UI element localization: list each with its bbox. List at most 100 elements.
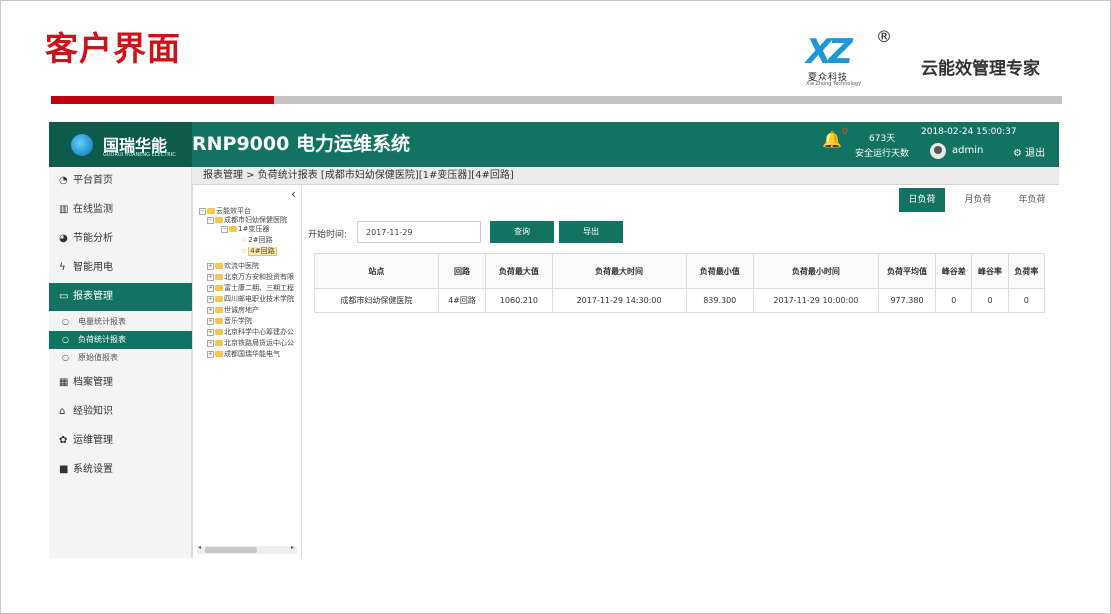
sidebar-item-knowledge[interactable]: ⌂ 经验知识 [49, 398, 192, 426]
sidebar-item-label: 经验知识 [73, 406, 113, 417]
site-tree: ‹ − 云能效平台 − 成都市妇幼保健医院 −1#变压器 ☆2#回路 ☆ 4#回路 +… [192, 185, 302, 558]
user-name[interactable]: admin [952, 145, 983, 156]
export-button[interactable]: 导出 [559, 221, 623, 243]
col-header: 负荷最大时间 [551, 253, 687, 289]
sidebar-item-label: 档案管理 [73, 377, 113, 388]
safe-days-value: 673天 [869, 134, 896, 144]
table-header-row: 站点 回路 负荷最大值 负荷最大时间 负荷最小值 负荷最小时间 负荷平均值 峰谷… [314, 253, 1046, 289]
subitem-label: 电量统计报表 [78, 317, 126, 326]
sidebar-item-label: 平台首页 [73, 175, 113, 186]
registered-mark: ® [876, 27, 892, 46]
pie-chart-icon: ◕ [59, 233, 68, 244]
star-icon: ☆ [241, 247, 248, 255]
tree-node[interactable]: + 富士康二期、三期工程 [207, 284, 294, 293]
sidebar-item-label: 智能用电 [73, 262, 113, 273]
cell-max-time: 2017-11-29 14:30:00 [551, 288, 687, 313]
tree-node[interactable]: + 欢流中医院 [207, 262, 259, 271]
user-avatar-icon[interactable] [930, 143, 946, 159]
tree-node-selected[interactable]: ☆ 4#回路 [241, 247, 277, 256]
query-button[interactable]: 查询 [490, 221, 554, 243]
sidebar-item-label: 运维管理 [73, 435, 113, 446]
folder-icon: ■ [59, 464, 69, 475]
scroll-left-icon[interactable]: ◂ [198, 544, 201, 551]
tree-node[interactable]: + 北京铁路局货运中心公 [207, 339, 294, 348]
sidebar-item-archives[interactable]: ▦ 档案管理 [49, 369, 192, 397]
col-header: 负荷最大值 [485, 253, 553, 289]
cell-min-load: 839.300 [685, 288, 754, 313]
cell-site: 成都市妇幼保健医院 [314, 288, 439, 313]
sidebar-item-label: 报表管理 [73, 291, 113, 302]
tree-node[interactable]: + 世诚房地产 [207, 306, 259, 315]
current-datetime: 2018-02-24 15:00:37 [921, 127, 1017, 137]
app-window: 国瑞华能 GUORUI HUANENG ELECTRIC RNP9000 电力运… [49, 122, 1059, 558]
subitem-label: 负荷统计报表 [78, 335, 126, 344]
table-icon: ▦ [59, 377, 69, 388]
subitem-label: 原始值报表 [78, 353, 118, 362]
alert-count-badge: 0 [842, 127, 848, 137]
tree-horizontal-scrollbar[interactable]: ◂ ▸ [197, 544, 297, 554]
sidebar-item-energy-analysis[interactable]: ◕ 节能分析 [49, 225, 192, 253]
tree-node[interactable]: − 成都市妇幼保健医院 [207, 216, 287, 225]
tree-node[interactable]: + 四川邮电职业技术学院 [207, 295, 294, 304]
logout-button[interactable]: ⚙ 退出 [1013, 144, 1045, 159]
bell-icon[interactable]: 🔔 [822, 130, 842, 149]
sidebar-item-reports[interactable]: ▭ 报表管理 [49, 283, 192, 311]
sidebar-item-monitoring[interactable]: ▥ 在线监测 [49, 196, 192, 224]
sidebar-item-label: 系统设置 [73, 464, 113, 475]
dashboard-icon: ◔ [59, 175, 68, 186]
logo-globe-icon [71, 134, 93, 156]
col-header: 负荷最小值 [685, 253, 754, 289]
scroll-right-icon[interactable]: ▸ [291, 544, 294, 551]
app-logo[interactable]: 国瑞华能 GUORUI HUANENG ELECTRIC [49, 122, 192, 167]
monitor-icon: ▭ [59, 291, 69, 302]
col-header: 站点 [314, 253, 439, 289]
collapse-left-icon[interactable]: ‹ [291, 187, 296, 201]
scrollbar-thumb[interactable] [205, 547, 257, 553]
tree-node[interactable]: + 音乐学院 [207, 317, 252, 326]
tree-node[interactable]: −1#变压器 [221, 225, 269, 234]
brand-name-en: Xia Zhong Technology [806, 81, 862, 87]
logo-subtext: GUORUI HUANENG ELECTRIC [103, 152, 176, 158]
slogan: 云能效管理专家 [921, 59, 1040, 79]
cell-circuit: 4#回路 [437, 288, 487, 313]
sidebar-item-smart-power[interactable]: ϟ 智能用电 [49, 254, 192, 282]
tab-yearly-load[interactable]: 年负荷 [1007, 188, 1057, 212]
tree-node[interactable]: + 成都国瑞华能电气 [207, 350, 280, 359]
sidebar-item-label: 节能分析 [73, 233, 113, 244]
cell-avg-load: 977.380 [877, 288, 937, 313]
system-title: RNP9000 电力运维系统 [192, 133, 410, 155]
subitem-load-report[interactable]: ○ 负荷统计报表 [49, 331, 192, 349]
bolt-icon: ϟ [59, 262, 66, 273]
load-report-table: 站点 回路 负荷最大值 负荷最大时间 负荷最小值 负荷最小时间 负荷平均值 峰谷… [314, 253, 1046, 313]
cell-load-rate: 0 [1007, 288, 1046, 313]
col-header: 负荷最小时间 [752, 253, 879, 289]
sidebar-item-label: 在线监测 [73, 204, 113, 215]
logout-label: 退出 [1025, 148, 1046, 159]
tree-node[interactable]: − 云能效平台 [199, 207, 251, 216]
circle-icon: ○ [62, 353, 69, 362]
tree-node[interactable]: + 北京科学中心筹建办公 [207, 328, 294, 337]
divider-red [51, 96, 274, 104]
sidebar: ◔ 平台首页 ▥ 在线监测 ◕ 节能分析 ϟ 智能用电 ▭ 报表管理 ○ 电量统计报表 ○ 负… [49, 167, 192, 558]
start-date-input[interactable] [357, 221, 481, 243]
col-header: 峰谷差 [935, 253, 973, 289]
bar-chart-icon: ▥ [59, 204, 69, 215]
safe-days-label: 安全运行天数 [855, 149, 910, 159]
star-icon: ☆ [241, 236, 248, 244]
sidebar-item-home[interactable]: ◔ 平台首页 [49, 167, 192, 195]
tab-daily-load[interactable]: 日负荷 [899, 188, 945, 212]
breadcrumb: 报表管理 > 负荷统计报表 [成都市妇幼保健医院][1#变压器][4#回路] [192, 167, 1059, 185]
tree-node[interactable]: ☆2#回路 [241, 236, 273, 245]
top-bar: 国瑞华能 GUORUI HUANENG ELECTRIC RNP9000 电力运… [49, 122, 1059, 167]
table-row[interactable]: 成都市妇幼保健医院 4#回路 1060.210 2017-11-29 14:30… [314, 288, 1046, 313]
tab-monthly-load[interactable]: 月负荷 [953, 188, 1003, 212]
subitem-raw-report[interactable]: ○ 原始值报表 [49, 349, 192, 367]
subitem-energy-report[interactable]: ○ 电量统计报表 [49, 313, 192, 331]
sidebar-item-settings[interactable]: ■ 系统设置 [49, 456, 192, 484]
brand-mark-icon: XZ [806, 32, 853, 72]
col-header: 峰谷率 [971, 253, 1009, 289]
tree-node[interactable]: + 北京万方安和投资有限 [207, 273, 294, 282]
gear-icon: ✿ [59, 435, 68, 446]
sidebar-item-operations[interactable]: ✿ 运维管理 [49, 427, 192, 455]
divider-gray [274, 96, 1062, 104]
